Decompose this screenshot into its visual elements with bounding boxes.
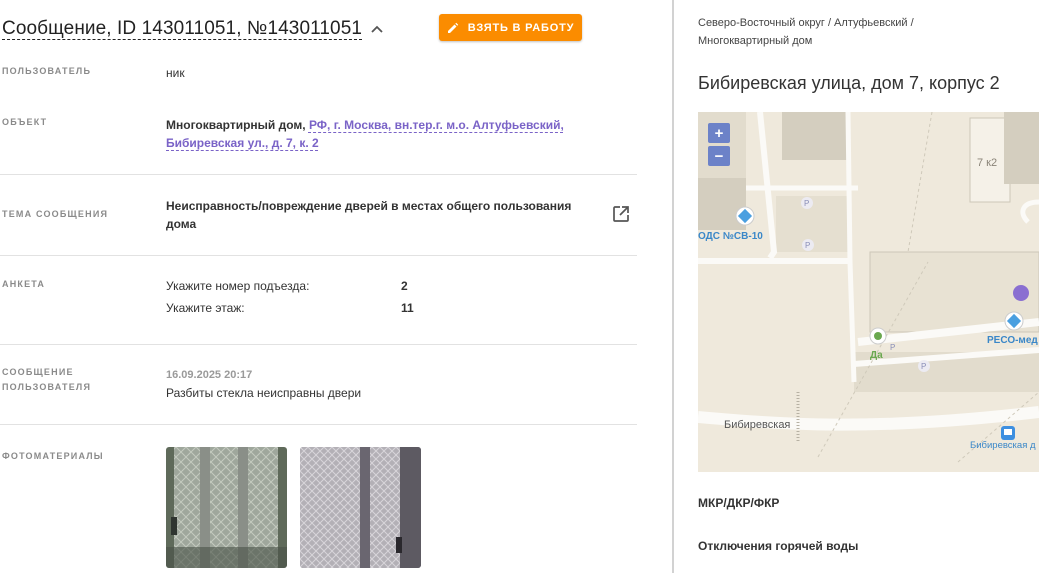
svg-text:P: P — [890, 343, 895, 352]
map-label-street: Бибиревская — [724, 419, 790, 431]
bus-stop-icon[interactable] — [1001, 426, 1015, 440]
user-label: ПОЛЬЗОВАТЕЛЬ — [2, 66, 92, 76]
svg-text:P: P — [805, 241, 810, 250]
object-type: Многоквартирный дом, — [166, 118, 306, 132]
section-hot-water-outages[interactable]: Отключения горячей воды — [698, 539, 858, 553]
divider — [0, 255, 637, 256]
object-info-pane: Северо-Восточный округ / Алтуфьевский / … — [698, 0, 1039, 573]
breadcrumb-line: Многоквартирный дом — [698, 35, 813, 47]
photo-thumbnail[interactable] — [300, 447, 421, 568]
divider — [0, 344, 637, 345]
reso-marker-icon[interactable] — [1004, 311, 1024, 331]
map-label-ods: ОДС №СВ-10 — [698, 231, 763, 242]
user-message-label-line2: ПОЛЬЗОВАТЕЛЯ — [2, 382, 92, 392]
message-title[interactable]: Сообщение, ID 143011051, №143011051 — [2, 14, 362, 44]
map-label-building: 7 к2 — [977, 157, 997, 169]
photos-label: ФОТОМАТЕРИАЛЫ — [2, 451, 104, 461]
shop-marker-icon[interactable] — [869, 327, 887, 345]
take-into-work-button[interactable]: ВЗЯТЬ В РАБОТУ — [439, 14, 582, 41]
svg-text:P: P — [921, 362, 926, 371]
pane-separator[interactable] — [672, 0, 674, 573]
message-text: Разбиты стекла неисправны двери — [166, 386, 362, 400]
map-view[interactable]: P P P P 7 к2 ОДС №СВ-10 РЕСО-мед Да Биби… — [698, 112, 1039, 472]
map-label-reso: РЕСО-мед — [987, 335, 1038, 346]
section-mkr-dkr-fkr[interactable]: МКР/ДКР/ФКР — [698, 496, 779, 510]
svg-text:P: P — [804, 199, 809, 208]
user-value: ник — [166, 66, 185, 80]
ods-marker-icon[interactable] — [735, 206, 755, 226]
topic-value: Неисправность/повреждение дверей в места… — [166, 199, 572, 231]
zoom-out-button[interactable]: − — [708, 146, 730, 166]
divider — [0, 174, 637, 175]
user-message-label: СООБЩЕНИЕ ПОЛЬЗОВАТЕЛЯ — [2, 365, 91, 395]
user-message-label-line1: СООБЩЕНИЕ — [2, 367, 74, 377]
photo-thumbnail[interactable] — [166, 447, 287, 568]
chevron-up-icon[interactable] — [370, 22, 384, 36]
address-title: Бибиревская улица, дом 7, корпус 2 — [698, 73, 1000, 93]
map-label-shop: Да — [870, 350, 883, 361]
map-label-stop: Бибиревская д — [970, 440, 1036, 451]
message-date: 16.09.2025 20:17 — [166, 369, 253, 381]
message-header: Сообщение, ID 143011051, №143011051 — [2, 14, 384, 44]
survey-answer: 2 — [401, 279, 408, 293]
object-value: Многоквартирный дом, РФ, г. Москва, вн.т… — [166, 116, 640, 152]
location-marker-icon[interactable] — [1013, 285, 1029, 301]
zoom-in-button[interactable]: + — [708, 123, 730, 143]
breadcrumb: Северо-Восточный округ / Алтуфьевский / … — [698, 14, 958, 50]
message-page: Сообщение, ID 143011051, №143011051 ВЗЯТ… — [0, 0, 1039, 573]
survey-question: Укажите этаж: — [166, 301, 245, 315]
object-label: ОБЪЕКТ — [2, 117, 48, 127]
topic-label: ТЕМА СООБЩЕНИЯ — [2, 209, 109, 219]
pencil-icon — [447, 22, 458, 33]
message-details-pane: Сообщение, ID 143011051, №143011051 ВЗЯТ… — [0, 0, 640, 573]
breadcrumb-line: Северо-Восточный округ / Алтуфьевский / — [698, 17, 914, 29]
open-external-icon[interactable] — [612, 205, 630, 223]
survey-answer: 11 — [401, 301, 414, 315]
take-into-work-label: ВЗЯТЬ В РАБОТУ — [467, 21, 575, 34]
divider — [0, 424, 637, 425]
survey-label: АНКЕТА — [2, 279, 46, 289]
survey-question: Укажите номер подъезда: — [166, 279, 310, 293]
